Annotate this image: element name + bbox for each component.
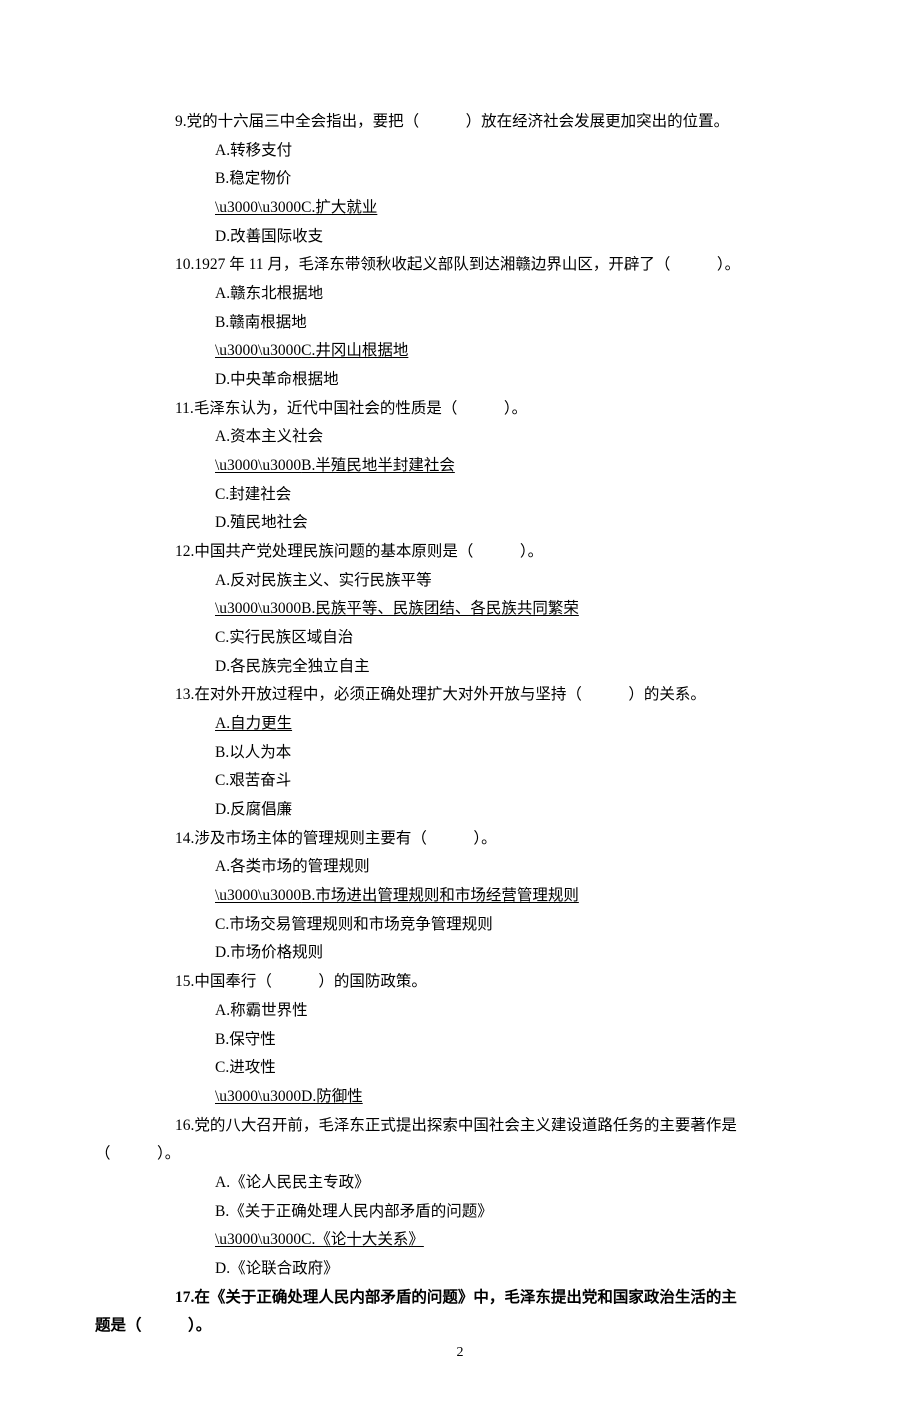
option-c: \u3000\u3000C.《论十大关系》 [95, 1226, 825, 1255]
page-number: 2 [0, 1340, 920, 1366]
question-number: 12. [175, 543, 194, 560]
question-stem: 10.1927 年 11 月，毛泽东带领秋收起义部队到达湘赣边界山区，开辟了（ … [95, 251, 825, 280]
option-d: D.市场价格规则 [95, 939, 825, 968]
option-b: B.赣南根据地 [95, 309, 825, 338]
option-d: D.反腐倡廉 [95, 796, 825, 825]
option-a: A.转移支付 [95, 137, 825, 166]
option-a: A.赣东北根据地 [95, 280, 825, 309]
question-number: 11. [175, 400, 194, 417]
option-a: A.自力更生 [95, 710, 825, 739]
question-stem: 9.党的十六届三中全会指出，要把（ ）放在经济社会发展更加突出的位置。 [95, 108, 825, 137]
question-stem: 15.中国奉行（ ）的国防政策。 [95, 968, 825, 997]
question-10: 10.1927 年 11 月，毛泽东带领秋收起义部队到达湘赣边界山区，开辟了（ … [95, 251, 825, 394]
question-text: 中国奉行（ ）的国防政策。 [194, 973, 427, 990]
option-c: C.市场交易管理规则和市场竞争管理规则 [95, 911, 825, 940]
option-c: C.封建社会 [95, 481, 825, 510]
option-c: \u3000\u3000C.井冈山根据地 [95, 337, 825, 366]
option-a: A.《论人民民主专政》 [95, 1169, 825, 1198]
option-d: D.殖民地社会 [95, 509, 825, 538]
question-text: 在《关于正确处理人民内部矛盾的问题》中，毛泽东提出党和国家政治生活的主 [194, 1289, 737, 1306]
option-b: \u3000\u3000B.市场进出管理规则和市场经营管理规则 [95, 882, 825, 911]
question-stem-line2: （ ）。 [95, 1140, 825, 1169]
option-c: C.实行民族区域自治 [95, 624, 825, 653]
option-b: B.以人为本 [95, 739, 825, 768]
option-c: C.艰苦奋斗 [95, 767, 825, 796]
question-number: 17. [175, 1289, 194, 1306]
option-b: B.保守性 [95, 1026, 825, 1055]
question-number: 10. [175, 256, 194, 273]
question-text: 党的十六届三中全会指出，要把（ ）放在经济社会发展更加突出的位置。 [187, 113, 730, 130]
question-number: 16. [175, 1117, 194, 1134]
option-d: D.《论联合政府》 [95, 1255, 825, 1284]
question-13: 13.在对外开放过程中，必须正确处理扩大对外开放与坚持（ ）的关系。 A.自力更… [95, 681, 825, 824]
question-number: 15. [175, 973, 194, 990]
option-a: A.资本主义社会 [95, 423, 825, 452]
question-text: 党的八大召开前，毛泽东正式提出探索中国社会主义建设道路任务的主要著作是 [194, 1117, 737, 1134]
question-stem-line2: 题是（ ）。 [95, 1312, 825, 1341]
question-14: 14.涉及市场主体的管理规则主要有（ ）。 A.各类市场的管理规则 \u3000… [95, 825, 825, 968]
question-number: 13. [175, 686, 194, 703]
question-stem: 13.在对外开放过程中，必须正确处理扩大对外开放与坚持（ ）的关系。 [95, 681, 825, 710]
option-c: C.进攻性 [95, 1054, 825, 1083]
question-12: 12.中国共产党处理民族问题的基本原则是（ ）。 A.反对民族主义、实行民族平等… [95, 538, 825, 681]
question-stem-line1: 16.党的八大召开前，毛泽东正式提出探索中国社会主义建设道路任务的主要著作是 [95, 1112, 825, 1141]
option-b: B.稳定物价 [95, 165, 825, 194]
question-number: 14. [175, 830, 194, 847]
question-stem: 14.涉及市场主体的管理规则主要有（ ）。 [95, 825, 825, 854]
document-page: 9.党的十六届三中全会指出，要把（ ）放在经济社会发展更加突出的位置。 A.转移… [0, 0, 920, 1401]
question-16: 16.党的八大召开前，毛泽东正式提出探索中国社会主义建设道路任务的主要著作是 （… [95, 1112, 825, 1284]
option-a: A.各类市场的管理规则 [95, 853, 825, 882]
question-text: 1927 年 11 月，毛泽东带领秋收起义部队到达湘赣边界山区，开辟了（ ）。 [194, 256, 740, 273]
option-d: \u3000\u3000D.防御性 [95, 1083, 825, 1112]
question-9: 9.党的十六届三中全会指出，要把（ ）放在经济社会发展更加突出的位置。 A.转移… [95, 108, 825, 251]
option-d: D.中央革命根据地 [95, 366, 825, 395]
question-text: 涉及市场主体的管理规则主要有（ ）。 [194, 830, 496, 847]
question-17: 17.在《关于正确处理人民内部矛盾的问题》中，毛泽东提出党和国家政治生活的主 题… [95, 1284, 825, 1341]
option-d: D.改善国际收支 [95, 223, 825, 252]
option-a: A.反对民族主义、实行民族平等 [95, 567, 825, 596]
option-a: A.称霸世界性 [95, 997, 825, 1026]
question-text: 中国共产党处理民族问题的基本原则是（ ）。 [194, 543, 543, 560]
question-11: 11.毛泽东认为，近代中国社会的性质是（ ）。 A.资本主义社会 \u3000\… [95, 395, 825, 538]
question-number: 9. [175, 113, 187, 130]
option-c: \u3000\u3000C.扩大就业 [95, 194, 825, 223]
question-stem-line1: 17.在《关于正确处理人民内部矛盾的问题》中，毛泽东提出党和国家政治生活的主 [95, 1284, 825, 1313]
question-text: 毛泽东认为，近代中国社会的性质是（ ）。 [194, 400, 527, 417]
question-stem: 12.中国共产党处理民族问题的基本原则是（ ）。 [95, 538, 825, 567]
option-b: \u3000\u3000B.半殖民地半封建社会 [95, 452, 825, 481]
option-d: D.各民族完全独立自主 [95, 653, 825, 682]
question-15: 15.中国奉行（ ）的国防政策。 A.称霸世界性 B.保守性 C.进攻性 \u3… [95, 968, 825, 1111]
question-stem: 11.毛泽东认为，近代中国社会的性质是（ ）。 [95, 395, 825, 424]
option-b: \u3000\u3000B.民族平等、民族团结、各民族共同繁荣 [95, 595, 825, 624]
option-b: B.《关于正确处理人民内部矛盾的问题》 [95, 1198, 825, 1227]
question-text: 在对外开放过程中，必须正确处理扩大对外开放与坚持（ ）的关系。 [194, 686, 706, 703]
